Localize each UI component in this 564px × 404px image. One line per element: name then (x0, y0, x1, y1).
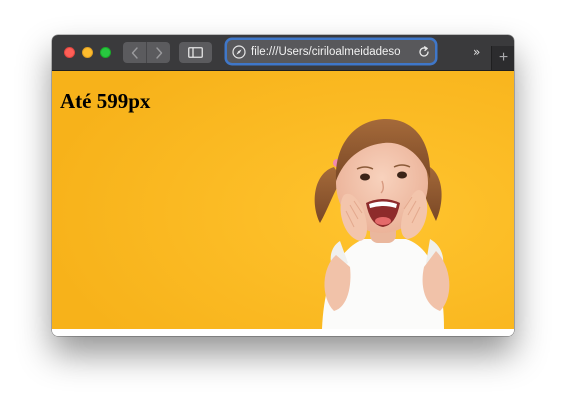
sidebar-icon (188, 47, 203, 58)
compass-icon (232, 44, 246, 59)
minimize-window-button[interactable] (82, 47, 93, 58)
back-button[interactable] (123, 42, 146, 63)
close-window-button[interactable] (64, 47, 75, 58)
chevron-right-icon (155, 46, 162, 59)
reload-icon[interactable] (418, 45, 430, 58)
toolbar: file:///Users/ciriloalmeidadeso » + (52, 35, 514, 71)
url-text[interactable]: file:///Users/ciriloalmeidadeso (251, 46, 414, 58)
page-bottom-strip (52, 329, 514, 336)
address-bar[interactable]: file:///Users/ciriloalmeidadeso (227, 40, 435, 63)
page-viewport: Até 599px (52, 71, 514, 329)
maximize-window-button[interactable] (100, 47, 111, 58)
page-heading: Até 599px (60, 89, 151, 113)
forward-button[interactable] (146, 42, 170, 63)
browser-window: file:///Users/ciriloalmeidadeso » + Até … (52, 35, 514, 336)
toolbar-overflow-button[interactable]: » (473, 45, 481, 59)
sidebar-toggle-button[interactable] (179, 42, 212, 63)
chevron-left-icon (131, 46, 138, 59)
new-tab-button[interactable]: + (491, 46, 514, 70)
history-nav (123, 42, 170, 63)
